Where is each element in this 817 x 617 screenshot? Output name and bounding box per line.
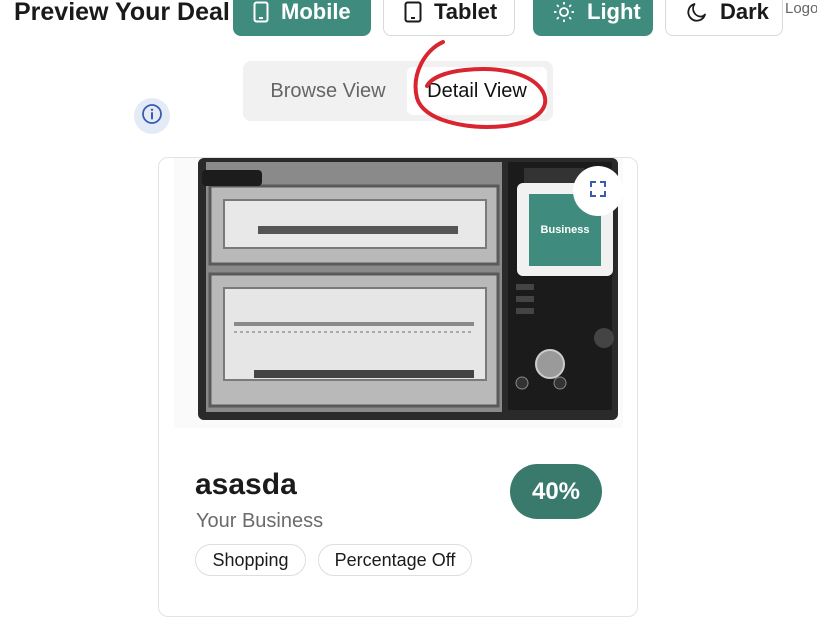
light-theme-button[interactable]: Light <box>533 0 653 36</box>
discount-badge: 40% <box>510 464 602 519</box>
mobile-label: Mobile <box>281 0 351 24</box>
info-button[interactable] <box>134 98 170 134</box>
light-label: Light <box>587 0 641 24</box>
dark-label: Dark <box>720 0 769 24</box>
tab-browse-view[interactable]: Browse View <box>249 67 407 115</box>
tag-percentage-off: Percentage Off <box>318 544 472 576</box>
tag-shopping: Shopping <box>195 544 306 576</box>
phone-icon <box>253 1 269 23</box>
deal-title: asasda <box>195 468 297 501</box>
info-icon <box>141 103 163 130</box>
tablet-button[interactable]: Tablet <box>383 0 515 36</box>
moon-icon <box>686 1 708 23</box>
tab-detail-view[interactable]: Detail View <box>407 67 547 115</box>
page-title: Preview Your Deal <box>14 0 230 26</box>
mobile-button[interactable]: Mobile <box>233 0 371 36</box>
business-name: Your Business <box>196 510 324 532</box>
sun-icon <box>553 1 575 23</box>
view-toggle: Browse View Detail View <box>243 61 553 121</box>
tablet-label: Tablet <box>434 0 498 24</box>
tablet-icon <box>404 1 422 23</box>
dark-theme-button[interactable]: Dark <box>665 0 783 36</box>
expand-button[interactable] <box>573 166 623 216</box>
expand-icon <box>588 179 608 204</box>
logout-link[interactable]: Logo <box>785 0 817 17</box>
